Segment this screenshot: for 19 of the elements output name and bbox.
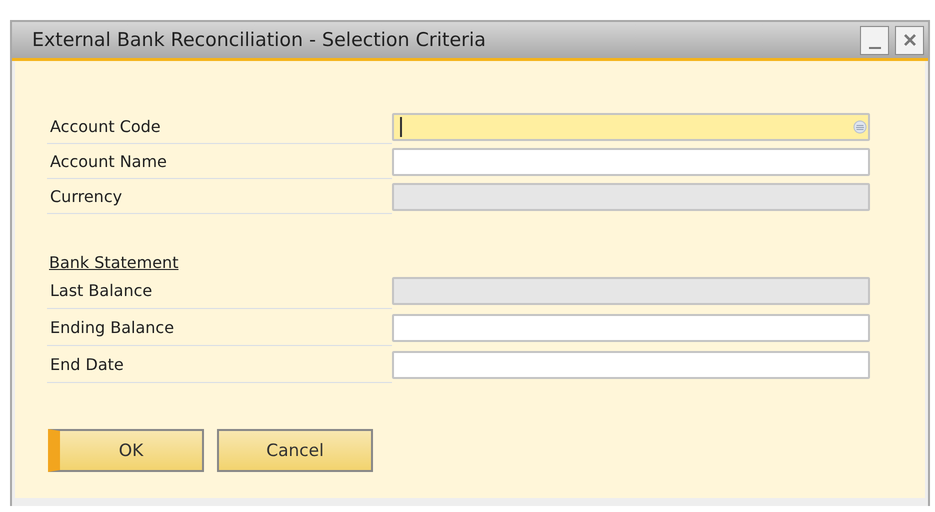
field-label: Account Name [49,152,168,171]
field-label: End Date [49,355,125,374]
ok-button[interactable]: OK [48,429,204,472]
field-label: Account Code [49,117,162,136]
input-field[interactable] [392,314,870,342]
window-title: External Bank Reconciliation - Selection Criteria [32,29,486,51]
close-icon [902,33,916,47]
input-field[interactable] [392,112,870,140]
cancel-button[interactable]: Cancel [217,429,373,472]
input-field[interactable] [392,148,870,176]
field-label: Currency [49,187,124,206]
input-field[interactable] [392,350,870,378]
list-icon[interactable] [853,120,867,134]
minimize-button[interactable] [860,26,889,54]
close-button[interactable] [895,26,924,54]
minimize-icon [868,46,880,48]
section-heading: Bank Statement [49,253,178,272]
field-label: Last Balance [49,281,154,300]
field-label: Ending Balance [49,318,176,337]
